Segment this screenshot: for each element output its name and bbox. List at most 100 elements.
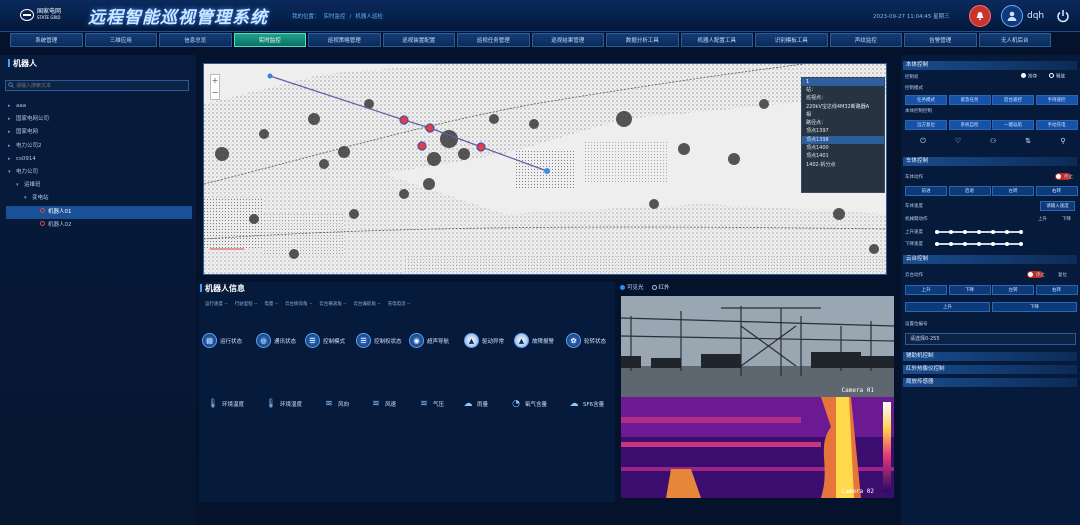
ptz-direction-button[interactable]: 下降 bbox=[992, 302, 1077, 312]
status-indicator-icon: ▲ bbox=[514, 333, 529, 348]
tree-item-label: cs0914 bbox=[16, 155, 36, 162]
control-mode-button[interactable]: 手持遥控 bbox=[1035, 95, 1078, 105]
tree-item-label: 电力公司2 bbox=[16, 142, 42, 149]
nav-tab[interactable]: 数据分析工具 bbox=[606, 33, 679, 47]
popup-line[interactable]: 1402-拆分点 bbox=[802, 161, 884, 169]
popup-line[interactable]: 顶点1398 bbox=[802, 135, 884, 145]
nav-tab[interactable]: 机器人配置工具 bbox=[680, 33, 753, 47]
radio-release[interactable]: 释放 bbox=[1049, 73, 1065, 80]
down-speed-slider[interactable] bbox=[935, 241, 1023, 246]
body-function-icon[interactable]: ⚇ bbox=[988, 137, 998, 145]
vehicle-direction-button[interactable]: 前进 bbox=[905, 186, 947, 196]
zoom-out-button[interactable]: − bbox=[211, 87, 219, 99]
robot-tree-item[interactable]: ▸ 国家电网 bbox=[6, 126, 192, 139]
section-title[interactable]: 红外热像仪控制 bbox=[903, 365, 1077, 374]
breadcrumb-item-robot[interactable]: 机器人巡检 bbox=[355, 14, 383, 20]
ptz-direction-button[interactable]: 左转 bbox=[992, 285, 1034, 295]
control-mode-button[interactable]: 后台遥控 bbox=[992, 95, 1034, 105]
section-title[interactable]: 局放传感器 bbox=[903, 378, 1077, 387]
robot-tree-item[interactable]: ▸ 国家电网公司 bbox=[6, 113, 192, 126]
body-control-button[interactable]: 一键返航 bbox=[992, 120, 1034, 130]
popup-line[interactable]: 顶点1397 bbox=[802, 127, 884, 135]
nav-tab[interactable]: 无人机后台 bbox=[978, 33, 1051, 47]
nav-tab[interactable]: 巡视策略管理 bbox=[308, 33, 381, 47]
tree-expand-icon[interactable]: ▸ bbox=[8, 126, 16, 139]
nav-tab[interactable]: 巡视任务管理 bbox=[457, 33, 530, 47]
popup-line[interactable]: 顶点1400 bbox=[802, 144, 884, 152]
tree-expand-icon[interactable]: ▾ bbox=[16, 179, 24, 192]
zoom-in-button[interactable]: + bbox=[211, 75, 219, 87]
thermal-camera-feed[interactable]: Camera 02 bbox=[621, 397, 894, 498]
radio-grab[interactable]: 抢夺 bbox=[1021, 73, 1037, 80]
nav-tab[interactable]: 声纹监控 bbox=[829, 33, 902, 47]
nav-tab[interactable]: 信息总览 bbox=[159, 33, 232, 47]
ptz-direction-button[interactable]: 下降 bbox=[948, 285, 991, 295]
body-control-button[interactable]: 远方复位 bbox=[905, 120, 947, 130]
up-speed-slider[interactable] bbox=[935, 229, 1023, 234]
slider-tick bbox=[977, 229, 981, 234]
substation-map[interactable]: + − 1 站： 巡视点： 220kV宝达线4M32断路器A 相路径点： 顶点1397 顶… bbox=[203, 63, 887, 275]
robot-tree-item[interactable]: 机器人02 bbox=[6, 219, 192, 232]
robot-tree-item[interactable]: ▾ 电力公司 bbox=[6, 166, 192, 179]
alarm-bell-button[interactable] bbox=[969, 5, 991, 27]
body-function-icon[interactable]: ⚲ bbox=[1058, 137, 1068, 145]
visible-camera-feed[interactable]: Camera 01 bbox=[621, 296, 894, 397]
control-label: 云台动作 bbox=[905, 273, 923, 278]
ptz-reset-button[interactable]: 复位 bbox=[1058, 272, 1067, 278]
tree-expand-icon[interactable]: ▸ bbox=[8, 113, 16, 126]
robot-tree-item[interactable]: ▸ 电力公司2 bbox=[6, 140, 192, 153]
robot-stat: 云台俯仰角 -- bbox=[285, 302, 313, 307]
body-control-button[interactable]: 手动充电 bbox=[1035, 120, 1078, 130]
username[interactable]: dqh bbox=[1027, 11, 1044, 21]
thermal-image bbox=[621, 397, 894, 498]
nav-tab[interactable]: 告警管理 bbox=[904, 33, 977, 47]
visible-camera-label: Camera 01 bbox=[841, 387, 874, 394]
tree-expand-icon[interactable]: ▸ bbox=[8, 100, 16, 113]
robot-tree-item[interactable]: ▸ cs0914 bbox=[6, 153, 192, 166]
ptz-stop-label: 停止 bbox=[1036, 273, 1045, 278]
control-mode-button[interactable]: 任务模式 bbox=[905, 95, 947, 105]
vehicle-direction-button[interactable]: 后退 bbox=[948, 186, 991, 196]
tree-expand-icon[interactable]: ▾ bbox=[24, 192, 32, 205]
robot-search-input[interactable] bbox=[5, 80, 189, 91]
status-item-label: 超声导航 bbox=[427, 338, 450, 345]
camera-option-visible[interactable]: 可见光 bbox=[620, 283, 644, 291]
body-control-button[interactable]: 系统自检 bbox=[948, 120, 991, 130]
tree-expand-icon[interactable]: ▸ bbox=[8, 140, 16, 153]
user-avatar[interactable] bbox=[1001, 5, 1023, 27]
robot-tree-item[interactable]: ▾ 运维班 bbox=[6, 179, 192, 192]
logout-button[interactable] bbox=[1055, 8, 1071, 24]
section-title: 车体控制 bbox=[903, 157, 1077, 166]
nav-tab[interactable]: 三维应用 bbox=[84, 33, 157, 47]
nav-tab[interactable]: 巡视装置配置 bbox=[382, 33, 455, 47]
slider-tick bbox=[949, 241, 953, 246]
robot-tree-item[interactable]: ▸ aaa bbox=[6, 100, 192, 113]
robot-tree-item[interactable]: 机器人01 bbox=[6, 205, 192, 219]
body-function-icon[interactable]: ♡ bbox=[953, 137, 963, 145]
lift-down-button[interactable]: 下降 bbox=[1062, 216, 1071, 222]
section-title[interactable]: 辅助机控制 bbox=[903, 352, 1077, 361]
breadcrumb-item-realtime[interactable]: 实时监控 bbox=[324, 14, 346, 20]
nav-tab[interactable]: 巡视结果管理 bbox=[531, 33, 604, 47]
body-function-icon[interactable]: ⇅ bbox=[1023, 137, 1033, 145]
ptz-direction-button[interactable]: 上升 bbox=[905, 285, 947, 295]
body-function-icon[interactable]: ⏻ bbox=[918, 137, 928, 146]
camera-option-infrared[interactable]: 红外 bbox=[651, 283, 670, 291]
ptz-direction-button[interactable]: 右转 bbox=[1035, 285, 1078, 295]
robot-tree-item[interactable]: ▾ 变电站 bbox=[6, 192, 192, 205]
ptz-direction-button[interactable]: 上升 bbox=[905, 302, 990, 312]
map-canvas[interactable] bbox=[204, 64, 887, 275]
tree-expand-icon[interactable]: ▸ bbox=[8, 153, 16, 166]
tree-expand-icon[interactable]: ▾ bbox=[8, 166, 16, 179]
nav-tab[interactable]: 识别模板工具 bbox=[755, 33, 828, 47]
vehicle-speed-button[interactable]: 请输入速度 bbox=[1040, 201, 1075, 211]
preset-select[interactable]: 请选择0-255 bbox=[905, 333, 1076, 345]
nav-tab[interactable]: 系统管理 bbox=[10, 33, 83, 47]
nav-tab[interactable]: 实时监控 bbox=[233, 33, 306, 47]
vehicle-direction-button[interactable]: 右转 bbox=[1035, 186, 1078, 196]
lift-up-button[interactable]: 上升 bbox=[1038, 216, 1047, 222]
control-mode-button[interactable]: 紧急任务 bbox=[948, 95, 991, 105]
popup-line[interactable]: 顶点1401 bbox=[802, 152, 884, 160]
vehicle-direction-button[interactable]: 左转 bbox=[992, 186, 1034, 196]
popup-line: 相 bbox=[806, 111, 812, 118]
